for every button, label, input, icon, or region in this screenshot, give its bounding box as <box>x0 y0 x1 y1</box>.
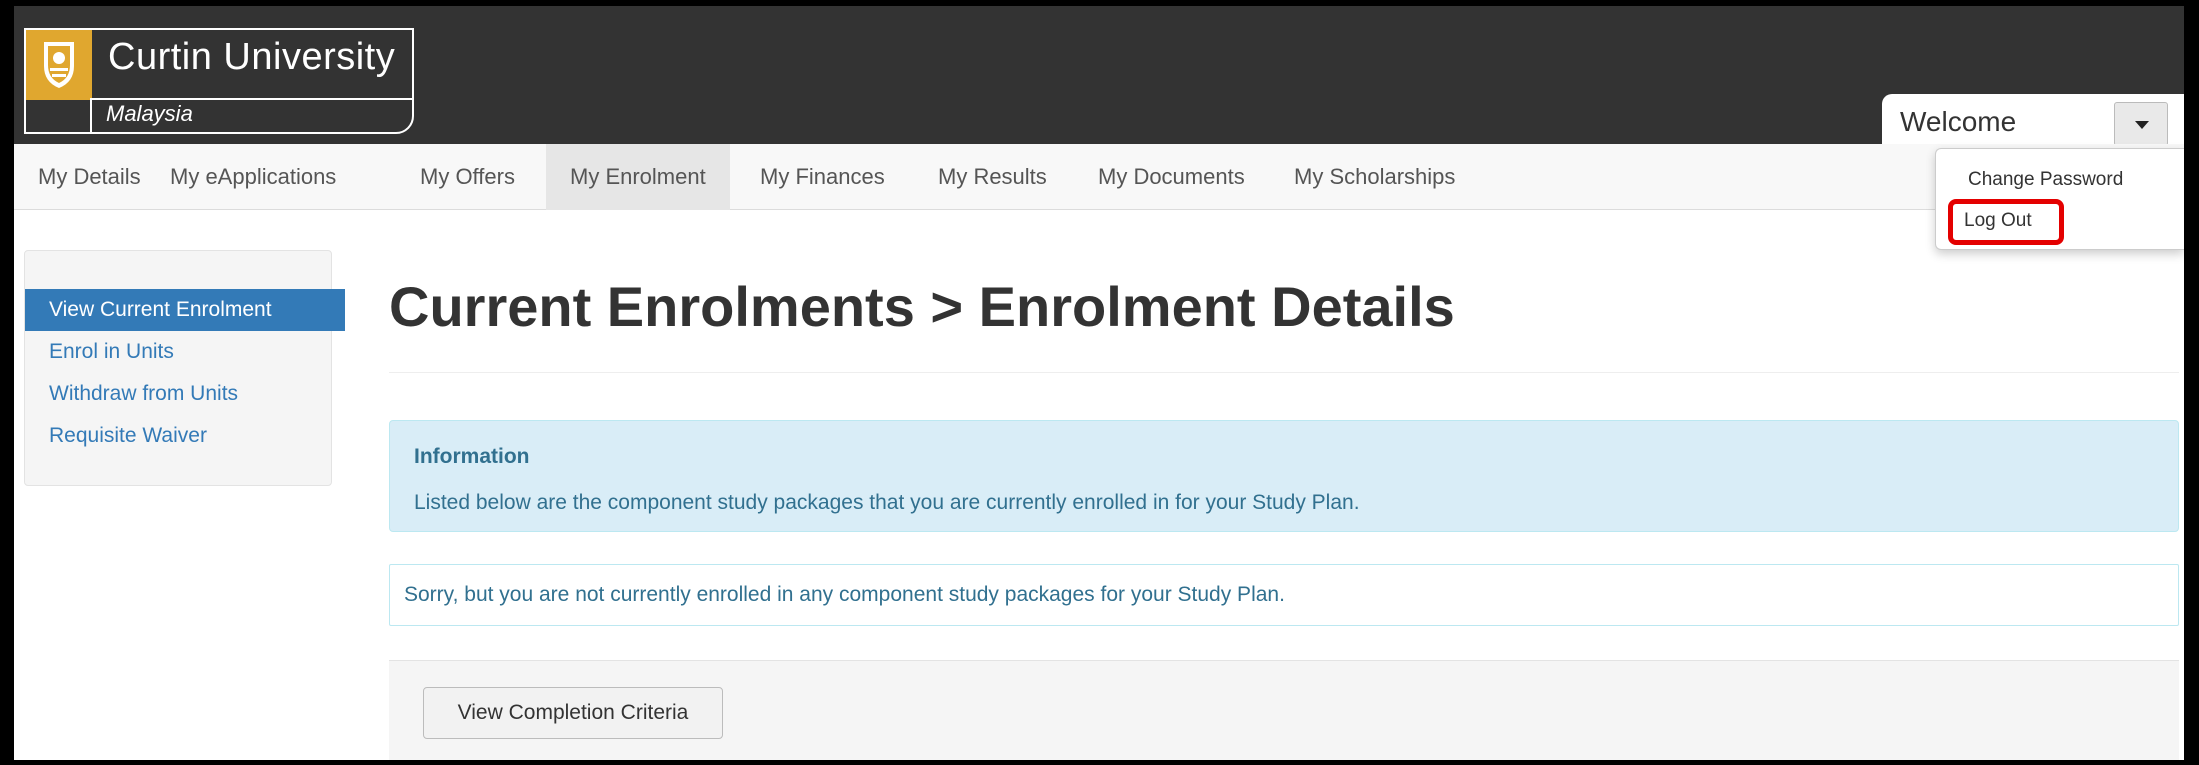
nav-my-results[interactable]: My Results <box>914 144 1071 210</box>
user-dropdown-menu: Change Password Log Out <box>1935 148 2184 250</box>
nav-my-details[interactable]: My Details <box>14 144 165 210</box>
site-header: Curtin University Malaysia Welcome <box>14 6 2184 148</box>
enrolment-notice: Sorry, but you are not currently enrolle… <box>389 564 2179 626</box>
nav-my-scholarships[interactable]: My Scholarships <box>1270 144 1479 210</box>
info-alert: Information Listed below are the compone… <box>389 420 2179 532</box>
main-nav: My Details My eApplications My Offers My… <box>14 144 2184 210</box>
sidebar: View Current Enrolment Enrol in Units Wi… <box>24 250 345 486</box>
logout-link[interactable]: Log Out <box>1964 210 2032 232</box>
enrolment-notice-text: Sorry, but you are not currently enrolle… <box>404 583 1285 606</box>
logo-wordmark: Curtin University <box>108 36 396 78</box>
sidebar-item-view-current-enrolment[interactable]: View Current Enrolment <box>25 289 345 331</box>
logout-highlight[interactable]: Log Out <box>1948 199 2064 245</box>
change-password-link[interactable]: Change Password <box>1968 169 2123 191</box>
title-divider <box>389 372 2179 373</box>
actions-well: View Completion Criteria <box>389 660 2179 760</box>
caret-down-icon[interactable] <box>2114 102 2168 146</box>
view-completion-criteria-button[interactable]: View Completion Criteria <box>423 687 723 739</box>
nav-my-finances[interactable]: My Finances <box>736 144 909 210</box>
welcome-label: Welcome <box>1900 106 2017 137</box>
info-alert-text: Listed below are the component study pac… <box>414 491 1360 514</box>
info-alert-title: Information <box>414 445 530 468</box>
nav-my-eapplications[interactable]: My eApplications <box>146 144 360 210</box>
page-title: Current Enrolments > Enrolment Details <box>389 275 1455 338</box>
nav-my-offers[interactable]: My Offers <box>396 144 539 210</box>
curtin-logo[interactable]: Curtin University Malaysia <box>24 28 414 134</box>
user-menu-toggle[interactable]: Welcome <box>1882 94 2184 148</box>
sidebar-item-withdraw-from-units[interactable]: Withdraw from Units <box>25 373 345 415</box>
sidebar-item-enrol-in-units[interactable]: Enrol in Units <box>25 331 345 373</box>
sidebar-item-requisite-waiver[interactable]: Requisite Waiver <box>25 415 345 457</box>
app-window: Curtin University Malaysia Welcome My De… <box>14 6 2184 760</box>
nav-my-enrolment[interactable]: My Enrolment <box>546 144 730 210</box>
logo-campus: Malaysia <box>106 101 193 126</box>
logo-campus-box: Malaysia <box>90 98 412 132</box>
nav-my-documents[interactable]: My Documents <box>1074 144 1269 210</box>
crest-icon <box>44 42 74 88</box>
